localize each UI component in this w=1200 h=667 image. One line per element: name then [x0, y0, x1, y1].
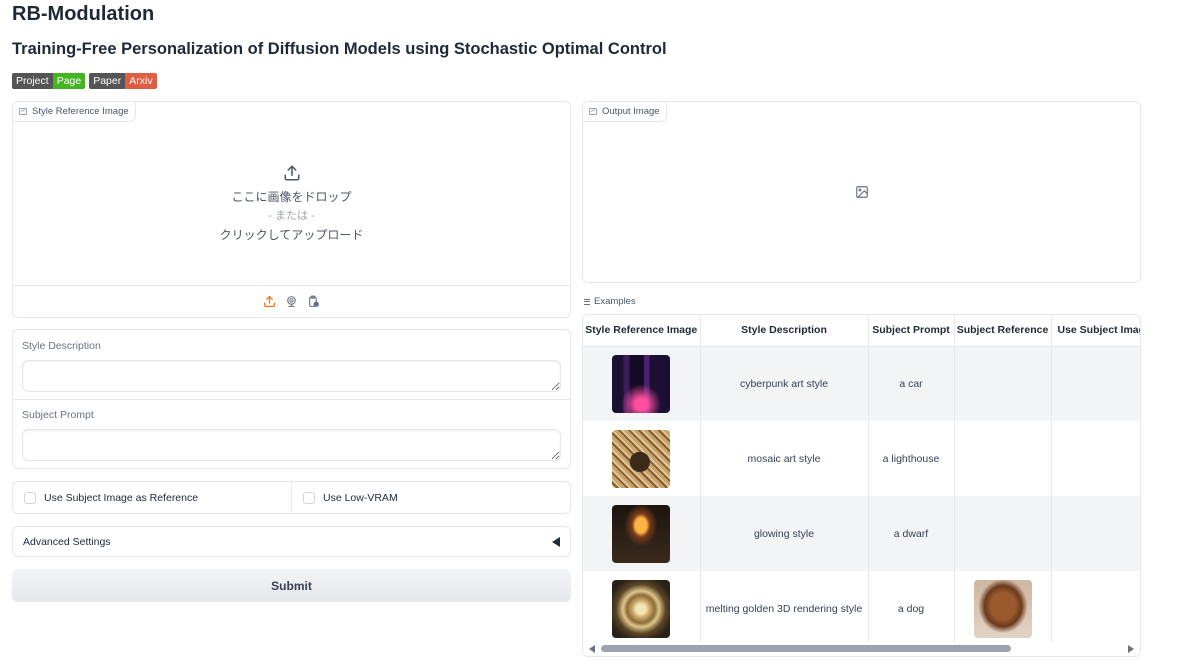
- subject-prompt-label: Subject Prompt: [22, 409, 94, 421]
- use-subject-image-cell: false: [1051, 421, 1140, 496]
- cyberpunk-city-thumbnail: [612, 354, 671, 413]
- badge-label: Paper: [89, 73, 126, 89]
- clipboard-icon: [309, 295, 319, 307]
- submit-button[interactable]: Submit: [12, 569, 571, 602]
- scrollbar-thumb[interactable]: [601, 645, 1011, 652]
- project-page-badge[interactable]: Project Page: [12, 73, 86, 89]
- checkbox-box[interactable]: [303, 491, 315, 504]
- use-subject-image-cell: false: [1051, 346, 1140, 421]
- table-header-row: Style Reference Image Style Description …: [583, 315, 1140, 347]
- mosaic-teapot-thumbnail: [612, 429, 671, 488]
- output-image-panel: Output Image: [582, 101, 1141, 283]
- use-subject-image-checkbox[interactable]: Use Subject Image as Reference: [13, 482, 291, 513]
- column-header[interactable]: Subject Prompt: [868, 315, 955, 347]
- column-header[interactable]: Style Reference Image: [583, 315, 701, 347]
- collapse-arrow-icon: [552, 536, 560, 547]
- text-input-group: Style Description Subject Prompt: [12, 329, 571, 469]
- subject-reference-cell: [954, 421, 1052, 496]
- checkbox-box[interactable]: [24, 491, 36, 504]
- use-low-vram-label: Use Low-VRAM: [323, 491, 398, 504]
- badges: Project Page Paper Arxiv: [12, 73, 157, 89]
- image-source-selector: [13, 285, 570, 317]
- badge-label: Project: [12, 73, 53, 89]
- upload-icon: [284, 165, 299, 180]
- advanced-settings-label: Advanced Settings: [23, 535, 111, 548]
- glowing-mushroom-thumbnail: [612, 504, 671, 563]
- upload-source-button[interactable]: [263, 295, 277, 309]
- page-subtitle: Training-Free Personalization of Diffusi…: [12, 40, 667, 58]
- style-description-cell: cyberpunk art style: [700, 346, 869, 421]
- webcam-source-button[interactable]: [285, 295, 299, 309]
- column-header[interactable]: Use Subject Image: [1051, 315, 1140, 347]
- label-text: Examples: [594, 296, 636, 307]
- upload-icon: [263, 295, 276, 308]
- subject-prompt-cell: a dwarf: [868, 496, 955, 571]
- use-low-vram-checkbox[interactable]: Use Low-VRAM: [291, 482, 570, 513]
- subject-prompt-cell: a lighthouse: [868, 421, 955, 496]
- style-description-input[interactable]: [22, 360, 561, 392]
- style-description-cell: melting golden 3D rendering style: [700, 571, 869, 646]
- clipboard-source-button[interactable]: [307, 295, 321, 309]
- column-header[interactable]: Subject Reference: [954, 315, 1052, 347]
- paper-arxiv-badge[interactable]: Paper Arxiv: [89, 73, 157, 89]
- column-header[interactable]: Style Description: [700, 315, 869, 347]
- dog-photo-thumbnail: [973, 579, 1032, 638]
- subject-reference-cell: [954, 496, 1052, 571]
- scroll-left-icon[interactable]: [589, 645, 595, 653]
- style-description-field: Style Description: [13, 338, 570, 392]
- drop-text: ここに画像をドロップ: [231, 189, 352, 204]
- subject-prompt-cell: a car: [868, 346, 955, 421]
- list-icon: [584, 298, 590, 305]
- examples-label: Examples: [584, 296, 636, 307]
- subject-reference-cell: [954, 346, 1052, 421]
- style-description-label: Style Description: [22, 340, 101, 352]
- image-upload-dropzone[interactable]: ここに画像をドロップ - または - クリックしてアップロード: [13, 122, 570, 286]
- badge-value: Arxiv: [125, 73, 157, 89]
- example-row[interactable]: glowing style a dwarf false: [583, 496, 1140, 571]
- example-row[interactable]: mosaic art style a lighthouse false: [583, 421, 1140, 496]
- example-row[interactable]: melting golden 3D rendering style a dog …: [583, 571, 1140, 646]
- subject-prompt-input[interactable]: [22, 429, 561, 461]
- advanced-settings-accordion[interactable]: Advanced Settings: [12, 526, 571, 557]
- style-reference-image-panel: Style Reference Image ここに画像をドロップ - または -…: [12, 101, 571, 318]
- label-text: Style Reference Image: [32, 106, 129, 117]
- page-title: RB-Modulation: [12, 3, 155, 25]
- scroll-right-icon[interactable]: [1128, 645, 1134, 653]
- click-upload-text: クリックしてアップロード: [219, 227, 364, 242]
- example-row[interactable]: cyberpunk art style a car false: [583, 346, 1140, 421]
- use-subject-image-cell: false: [1051, 496, 1140, 571]
- style-reference-image-label: Style Reference Image: [13, 102, 136, 122]
- subject-prompt-cell: a dog: [868, 571, 955, 646]
- use-subject-image-cell: true: [1051, 571, 1140, 646]
- examples-table: Style Reference Image Style Description …: [582, 314, 1141, 657]
- subject-prompt-field: Subject Prompt: [13, 407, 570, 461]
- golden-rose-thumbnail: [612, 579, 671, 638]
- style-description-cell: glowing style: [700, 496, 869, 571]
- style-description-cell: mosaic art style: [700, 421, 869, 496]
- image-placeholder-icon: [855, 186, 868, 198]
- output-image-placeholder: [583, 102, 1140, 282]
- image-icon: [19, 108, 27, 115]
- subject-reference-cell: [954, 571, 1052, 646]
- use-subject-image-label: Use Subject Image as Reference: [44, 491, 199, 504]
- badge-value: Page: [52, 73, 86, 89]
- webcam-icon: [287, 296, 296, 307]
- or-text: - または -: [268, 209, 315, 222]
- divider: [13, 399, 570, 400]
- horizontal-scrollbar[interactable]: [583, 642, 1140, 656]
- options-row: Use Subject Image as Reference Use Low-V…: [12, 481, 571, 514]
